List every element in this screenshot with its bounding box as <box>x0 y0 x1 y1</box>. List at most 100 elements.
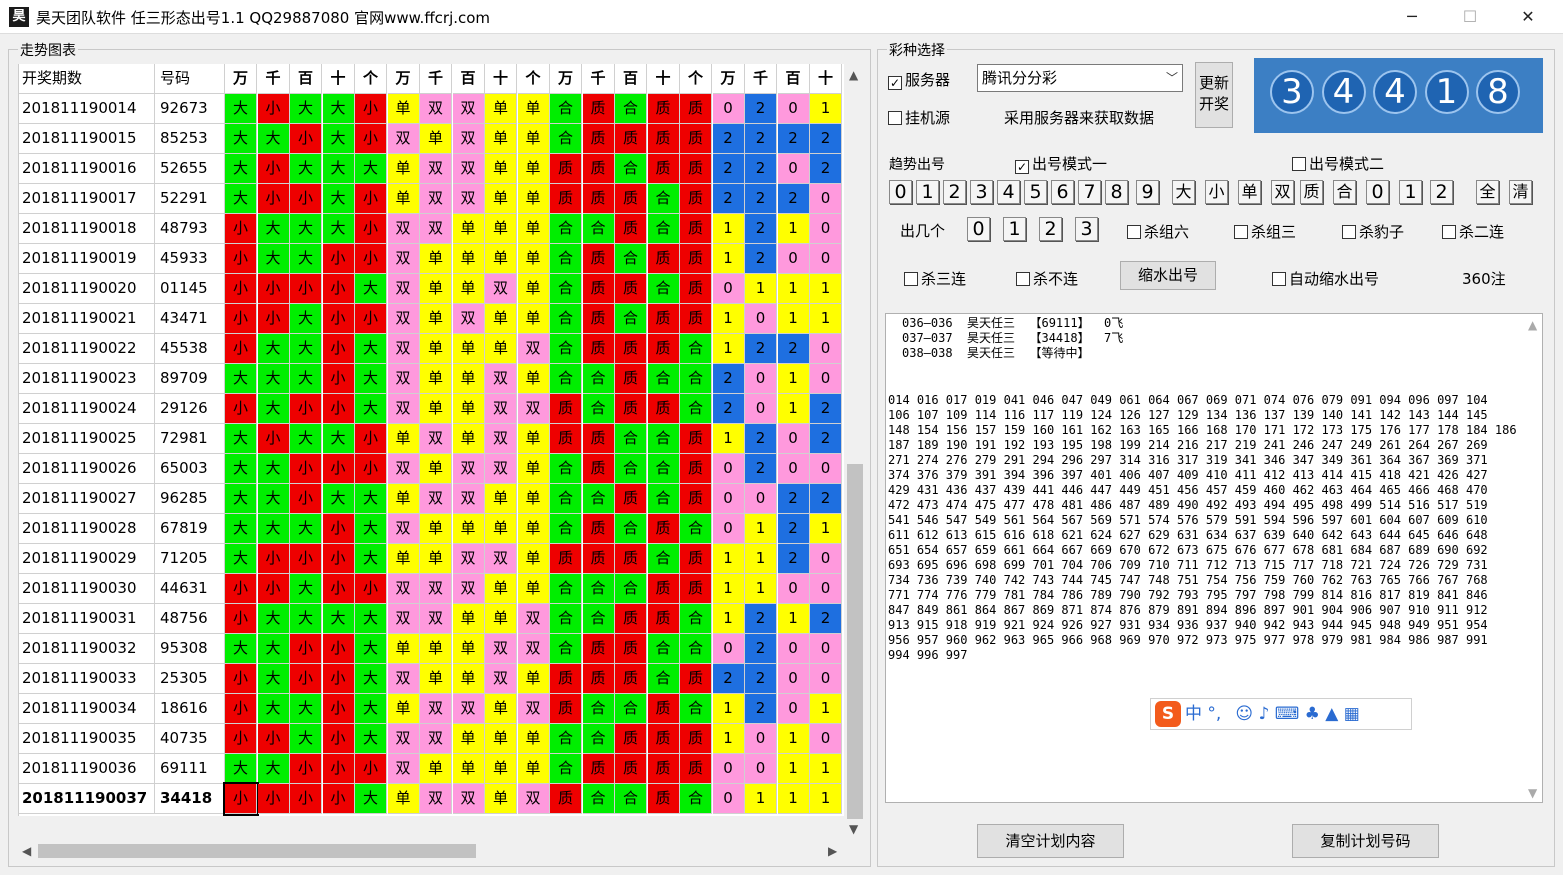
filter-button[interactable]: 8 <box>1105 180 1128 204</box>
number-line: 271 274 276 279 291 294 296 297 314 316 … <box>888 453 1488 467</box>
filter-button[interactable]: 全 <box>1476 180 1499 204</box>
kill-two-checkbox[interactable]: 杀二连 <box>1442 221 1504 242</box>
filter-button[interactable]: 合 <box>1333 180 1356 204</box>
count-button[interactable]: 3 <box>1075 217 1098 241</box>
filter-button[interactable]: 0 <box>1366 180 1389 204</box>
filter-button[interactable]: 6 <box>1051 180 1074 204</box>
textarea-scroll-down-icon[interactable]: ▼ <box>1528 786 1537 800</box>
filter-button[interactable]: 双 <box>1271 180 1294 204</box>
trend-cell: 单 <box>517 544 550 574</box>
lottery-type-select[interactable]: 腾讯分分彩 ﹀ <box>977 64 1183 92</box>
trend-cell: 质 <box>680 184 712 214</box>
trend-cell: 合 <box>582 484 615 514</box>
table-row[interactable]: 201811190018 48793 小大大大小双双单单单合合质合质 1 2 1 0 <box>19 214 844 244</box>
kill-six-checkbox[interactable]: 杀组六 <box>1127 221 1189 242</box>
kill-leopard-checkbox[interactable]: 杀豹子 <box>1342 221 1404 242</box>
textarea-scroll-up-icon[interactable]: ▲ <box>1528 318 1537 332</box>
count-label: 出几个 <box>900 222 946 240</box>
mode-two-checkbox[interactable]: 出号模式二 <box>1292 153 1384 174</box>
table-row[interactable]: 201811190033 25305 小大小小大双单单双单质质质合质 2 2 0 0 <box>19 664 844 694</box>
trend-cell: 合 <box>680 364 712 394</box>
vertical-scroll-thumb[interactable] <box>847 464 863 819</box>
vertical-scrollbar[interactable]: ▲ ▼ <box>845 64 865 842</box>
mode-one-checkbox[interactable]: ✓ 出号模式一 <box>1015 153 1107 174</box>
trend-table[interactable]: 开奖期数 号码万千百十个万千百十个万千百十个万千百十 201811190014 926… <box>18 64 844 816</box>
auto-shrink-checkbox[interactable]: 自动缩水出号 <box>1272 268 1379 289</box>
table-row[interactable]: 201811190023 89709 大大大小大双单单双单合合质合合 2 0 1 0 <box>19 364 844 394</box>
table-row[interactable]: 201811190015 85253 大大小大小双单双单单合质质质质 2 2 2 2 <box>19 124 844 154</box>
horizontal-scroll-thumb[interactable] <box>38 844 476 858</box>
count-button[interactable]: 2 <box>1039 217 1062 241</box>
column-header: 千 <box>420 64 452 94</box>
filter-button[interactable]: 0 <box>889 180 912 204</box>
trend-cell: 2 <box>777 484 810 514</box>
filter-button[interactable]: 2 <box>1430 180 1453 204</box>
table-row[interactable]: 201811190029 71205 大小小小大单单双双单质质质合质 1 1 2 0 <box>19 544 844 574</box>
filter-button[interactable]: 单 <box>1238 180 1261 204</box>
table-row[interactable]: 201811190014 92673 大小大大小单双双单单合质合质质 0 2 0 1 <box>19 94 844 124</box>
ime-toolbar[interactable]: S中 °, ☺ ♪ ⌨ ♣ ▲ ▦ <box>1150 698 1412 730</box>
filter-button[interactable]: 7 <box>1078 180 1101 204</box>
count-button[interactable]: 1 <box>1003 217 1026 241</box>
table-row[interactable]: 201811190016 52655 大小大大大单双双单单质质合质质 2 2 0 2 <box>19 154 844 184</box>
server-checkbox[interactable]: ✓ 服务器 <box>888 69 950 90</box>
table-row[interactable]: 201811190026 65003 大大小小小双单双双单合质合合质 0 2 0 0 <box>19 454 844 484</box>
kill-three-row-checkbox[interactable]: 杀三连 <box>904 268 966 289</box>
table-row[interactable]: 201811190019 45933 小大大小小双单单单单合质合质质 1 2 0 0 <box>19 244 844 274</box>
table-row[interactable]: 201811190022 45538 小大大小大双单单单双合质质质合 1 2 2 0 <box>19 334 844 364</box>
horizontal-scrollbar[interactable]: ◀ ▶ <box>18 842 845 860</box>
filter-button[interactable]: 清 <box>1509 180 1532 204</box>
trend-cell: 小 <box>257 154 290 184</box>
period-cell: 201811190015 <box>19 124 155 154</box>
maximize-button[interactable]: ☐ <box>1440 0 1500 34</box>
number-cell: 52655 <box>155 154 225 184</box>
table-row[interactable]: 201811190034 18616 小大大小大单双双单双质合合质合 1 2 0 1 <box>19 694 844 724</box>
filter-button[interactable]: 2 <box>943 180 966 204</box>
table-row[interactable]: 201811190025 72981 大小大大小单双单双单质质合合质 1 2 0 2 <box>19 424 844 454</box>
table-row[interactable]: 201811190024 29126 小大小小大双单单双双质合质质合 2 0 1 2 <box>19 394 844 424</box>
kill-three-checkbox[interactable]: 杀组三 <box>1234 221 1296 242</box>
minimize-button[interactable]: ─ <box>1382 0 1442 34</box>
table-row[interactable]: 201811190030 44631 小小大小小双双双单单合合合质质 1 1 0 0 <box>19 574 844 604</box>
filter-button[interactable]: 1 <box>1399 180 1422 204</box>
table-row[interactable]: 201811190027 96285 大大小大大单双双单单合合质合质 0 0 2 2 <box>19 484 844 514</box>
clear-plan-button[interactable]: 清空计划内容 <box>977 824 1124 858</box>
hang-source-checkbox[interactable]: 挂机源 <box>888 107 950 128</box>
filter-button[interactable]: 小 <box>1205 180 1228 204</box>
update-draw-button[interactable]: 更新 开奖 <box>1195 62 1233 128</box>
trend-cell: 1 <box>810 784 842 814</box>
filter-button[interactable]: 大 <box>1172 180 1195 204</box>
filter-button[interactable]: 4 <box>997 180 1020 204</box>
trend-cell: 质 <box>550 184 582 214</box>
table-header-row[interactable]: 开奖期数 号码万千百十个万千百十个万千百十个万千百十 <box>19 64 844 94</box>
table-row[interactable]: 201811190031 48756 小大大大大双双单单双合合质质合 1 2 1 2 <box>19 604 844 634</box>
trend-cell: 0 <box>712 754 745 784</box>
scroll-left-icon[interactable]: ◀ <box>22 844 31 858</box>
filter-button[interactable]: 5 <box>1024 180 1047 204</box>
trend-cell: 1 <box>777 754 810 784</box>
count-button[interactable]: 0 <box>967 217 990 241</box>
table-row[interactable]: 201811190035 40735 小小大小大双双单单单合合质质质 1 0 1 0 <box>19 724 844 754</box>
filter-button[interactable]: 9 <box>1136 180 1159 204</box>
table-row[interactable]: 201811190021 43471 小小大小小双单双单单合质合质质 1 0 1 1 <box>19 304 844 334</box>
trend-cell: 小 <box>322 244 355 274</box>
trend-cell: 双 <box>517 394 550 424</box>
scroll-right-icon[interactable]: ▶ <box>828 844 837 858</box>
table-row[interactable]: 201811190037 34418 小小小小大单双双单双质合合质合 0 1 1 1 <box>19 782 844 816</box>
close-button[interactable]: ✕ <box>1498 0 1558 34</box>
table-row[interactable]: 201811190020 01145 小小小小大双单单双单合质质合质 0 1 1 1 <box>19 274 844 304</box>
filter-button[interactable]: 1 <box>916 180 939 204</box>
filter-button[interactable]: 质 <box>1300 180 1323 204</box>
shrink-button[interactable]: 缩水出号 <box>1120 261 1216 290</box>
copy-plan-button[interactable]: 复制计划号码 <box>1292 824 1439 858</box>
trend-cell: 合 <box>550 334 582 364</box>
table-row[interactable]: 201811190032 95308 大大小小大单单单双双合质质合合 0 2 0 0 <box>19 634 844 664</box>
kill-none-row-checkbox[interactable]: 杀不连 <box>1016 268 1078 289</box>
table-row[interactable]: 201811190017 52291 大小小大小单双双单单质质质合质 2 2 2 0 <box>19 184 844 214</box>
table-row[interactable]: 201811190028 67819 大大大小大双单单单单合质合质合 0 1 2 1 <box>19 514 844 544</box>
table-row[interactable]: 201811190036 69111 大大小小小双单单单单合质质质质 0 0 1 1 <box>19 754 844 784</box>
scroll-up-icon[interactable]: ▲ <box>849 68 858 82</box>
filter-button[interactable]: 3 <box>970 180 993 204</box>
trend-cell: 单 <box>420 124 452 154</box>
scroll-down-icon[interactable]: ▼ <box>849 822 858 836</box>
